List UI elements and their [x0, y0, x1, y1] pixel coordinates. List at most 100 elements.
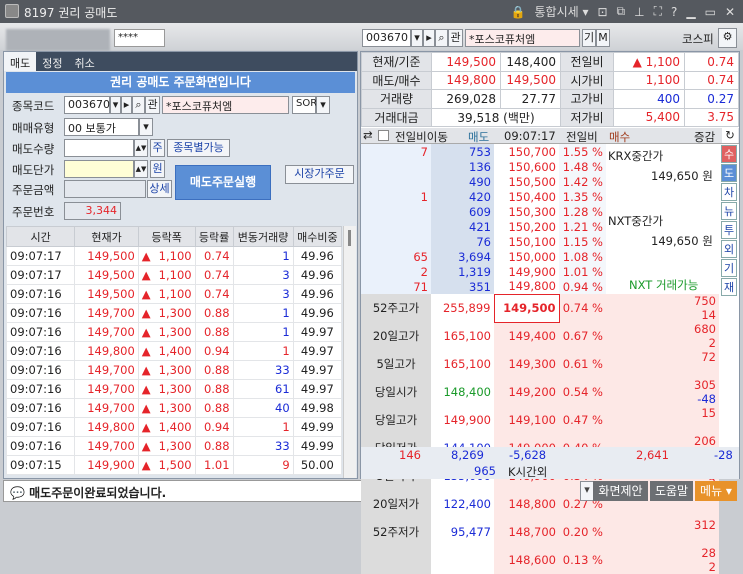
- side-tab[interactable]: 차: [721, 183, 737, 201]
- side-tab[interactable]: 뉴: [721, 202, 737, 220]
- reload-icon[interactable]: ↻: [722, 128, 738, 143]
- chevron-down-icon[interactable]: ▾: [411, 29, 423, 47]
- column-header[interactable]: 시간: [5, 226, 76, 247]
- bid-price[interactable]: 149,200: [494, 378, 559, 406]
- side-tab[interactable]: 외: [721, 240, 737, 258]
- side-tab[interactable]: 투: [721, 221, 737, 239]
- account-select[interactable]: [6, 29, 110, 51]
- price-unit-button[interactable]: 원: [150, 160, 165, 178]
- bid-price[interactable]: 148,600: [494, 546, 559, 574]
- detail-button[interactable]: 상세: [147, 180, 172, 198]
- bid-row[interactable]: 148,600 0.13 % 282: [361, 546, 719, 574]
- route-select[interactable]: SOR: [292, 96, 317, 114]
- qty-input[interactable]: [64, 139, 134, 157]
- bid-price[interactable]: 149,300: [494, 350, 559, 378]
- status-dropdown[interactable]: ▾: [580, 481, 594, 501]
- price-stepper[interactable]: ▲▼: [134, 160, 148, 178]
- execute-sell-button[interactable]: 매도주문실행: [175, 165, 271, 200]
- column-header[interactable]: 변동거래량: [232, 226, 294, 247]
- column-header[interactable]: 등락률: [194, 226, 234, 247]
- column-header[interactable]: 매수비중: [292, 226, 343, 247]
- code-dropdown[interactable]: ▾: [110, 96, 121, 114]
- bid-row[interactable]: 당일고가 149,900 149,100 0.47 % 15: [361, 406, 719, 434]
- search-icon[interactable]: ⌕: [132, 96, 145, 114]
- ask-price[interactable]: 150,200: [494, 219, 559, 234]
- tab-sell[interactable]: 매도: [4, 52, 37, 71]
- watch-button[interactable]: 관: [448, 29, 463, 47]
- bid-row[interactable]: 당일시가 148,400 149,200 0.54 % 305-48: [361, 378, 719, 406]
- bid-rate: 0.61 %: [562, 357, 603, 371]
- ask-price[interactable]: 150,400: [494, 189, 559, 204]
- 1-icon[interactable]: ⊡: [597, 5, 607, 19]
- ask-row[interactable]: 65 3,694 150,000 1.08 %: [361, 249, 719, 264]
- quote-code-input[interactable]: 003670: [362, 29, 411, 47]
- qty-unit-button[interactable]: 주: [150, 139, 165, 157]
- bid-row[interactable]: 52주고가 255,899 149,500 0.74 % 75014: [361, 293, 719, 323]
- quote-value: 148,400: [500, 52, 561, 72]
- fullscreen-icon[interactable]: ⛶: [654, 4, 662, 19]
- help-button[interactable]: 도움말: [650, 481, 693, 501]
- bid-price[interactable]: 149,100: [494, 406, 559, 434]
- next-icon[interactable]: ▸: [121, 96, 132, 114]
- toggle-checkbox[interactable]: [378, 130, 389, 141]
- up-triangle-icon: ▲: [141, 249, 151, 263]
- password-field[interactable]: ****: [114, 29, 165, 47]
- ask-price[interactable]: 149,800: [494, 279, 559, 294]
- minimize-icon[interactable]: ▁: [686, 5, 695, 19]
- bid-row[interactable]: 52주저가 95,477 148,700 0.20 % 312: [361, 518, 719, 546]
- bid-price[interactable]: 149,400: [494, 322, 559, 350]
- gi-button[interactable]: 기: [582, 29, 596, 47]
- side-tab[interactable]: 수: [721, 145, 737, 163]
- chevron-down-icon[interactable]: ▾: [316, 96, 330, 114]
- ask-row[interactable]: 1 420 150,400 1.35 %: [361, 189, 719, 204]
- help-icon[interactable]: ?: [671, 5, 677, 19]
- ask-price[interactable]: 149,900: [494, 264, 559, 279]
- chevron-down-icon[interactable]: ▾: [139, 118, 153, 136]
- next-icon[interactable]: ▸: [423, 29, 435, 47]
- ask-price[interactable]: 150,500: [494, 174, 559, 189]
- refresh-icon[interactable]: ⇄: [363, 128, 373, 142]
- price-input[interactable]: [64, 160, 134, 178]
- quote-panel: 현재/기준 149,500 148,400 전일비 ▲ 1,100 0.74 매도/매수 14…: [360, 51, 740, 574]
- ask-price[interactable]: 150,100: [494, 234, 559, 249]
- menu-button[interactable]: 메뉴 ▾: [695, 481, 737, 501]
- tab-cancel[interactable]: 취소: [69, 52, 101, 71]
- ask-row[interactable]: 609 150,300 1.28 %: [361, 204, 719, 219]
- status-message: 매도주문이완료되었습니다.: [29, 486, 167, 500]
- side-tab[interactable]: 도: [721, 164, 737, 182]
- bid-row[interactable]: 20일고가 165,100 149,400 0.67 % 6802: [361, 322, 719, 350]
- ask-price[interactable]: 150,300: [494, 204, 559, 219]
- close-icon[interactable]: ✕: [725, 5, 735, 19]
- lock-icon[interactable]: 🔒: [511, 5, 526, 19]
- type-select[interactable]: 00 보통가: [64, 118, 139, 136]
- bid-price[interactable]: 148,800: [494, 490, 559, 518]
- available-button[interactable]: 종목별가능: [167, 139, 230, 157]
- copy-icon[interactable]: ⧉: [617, 4, 626, 19]
- scrollbar[interactable]: [343, 226, 356, 478]
- watch-button[interactable]: 관: [145, 96, 160, 114]
- m-button[interactable]: M: [596, 29, 610, 47]
- tab-modify[interactable]: 정정: [36, 52, 68, 71]
- column-header[interactable]: 현재가: [74, 226, 139, 247]
- ask-price[interactable]: 150,000: [494, 249, 559, 264]
- gear-icon[interactable]: ⚙: [718, 28, 737, 48]
- pin-icon[interactable]: ⊥: [634, 5, 644, 19]
- qty-stepper[interactable]: ▲▼: [134, 139, 148, 157]
- ask-row[interactable]: 421 150,200 1.21 %: [361, 219, 719, 234]
- bid-row[interactable]: 5일고가 165,100 149,300 0.61 % 72: [361, 350, 719, 378]
- suggest-button[interactable]: 화면제안: [593, 481, 648, 501]
- ask-price[interactable]: 150,700: [494, 144, 559, 159]
- search-icon[interactable]: ⌕: [435, 29, 448, 47]
- ask-row[interactable]: 7 753 150,700 1.55 %: [361, 144, 719, 159]
- side-tab[interactable]: 기: [721, 259, 737, 277]
- side-tab[interactable]: 재: [721, 278, 737, 296]
- integrated-quote-menu[interactable]: 통합시세 ▾: [534, 3, 588, 20]
- market-order-button[interactable]: 시장가주문: [285, 165, 354, 184]
- maximize-icon[interactable]: ▭: [705, 5, 716, 19]
- ask-price[interactable]: 150,600: [494, 159, 559, 174]
- code-input[interactable]: 003670: [64, 96, 110, 114]
- bid-price[interactable]: 148,700: [494, 518, 559, 546]
- buy-ratio: 49.96: [292, 246, 343, 266]
- bid-price[interactable]: 149,500: [493, 293, 560, 323]
- column-header[interactable]: 등락폭: [137, 226, 196, 247]
